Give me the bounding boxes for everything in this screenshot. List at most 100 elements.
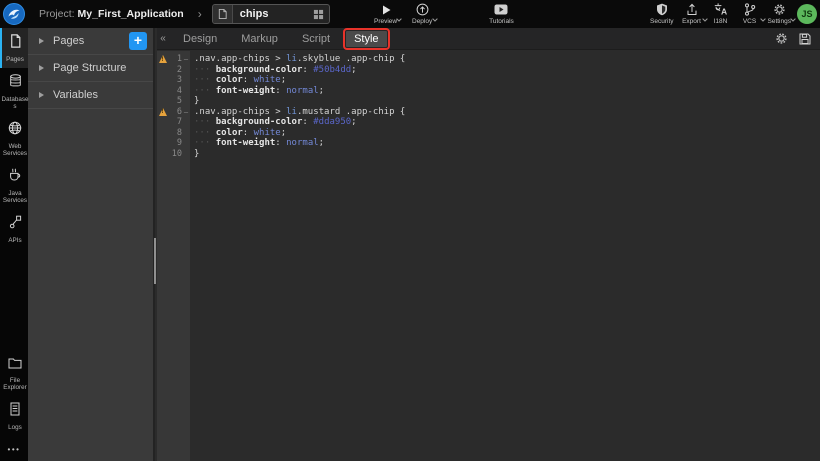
explorer-panel: Pages+ Page Structure Variables xyxy=(28,28,155,461)
sidebar-item-databases[interactable]: Databases xyxy=(0,68,28,115)
fold-toggle-icon[interactable]: – xyxy=(182,108,190,116)
sidebar-item-web-services[interactable]: Web Services xyxy=(0,115,28,162)
svg-text:A: A xyxy=(721,7,727,17)
page-file-icon xyxy=(213,5,233,23)
add-page-button[interactable]: + xyxy=(129,32,147,50)
current-page-name: chips xyxy=(233,8,309,20)
security-label: Security xyxy=(650,18,673,25)
save-button[interactable] xyxy=(799,32,811,50)
deploy-button[interactable]: Deploy xyxy=(409,1,435,27)
deploy-icon xyxy=(416,3,429,16)
user-avatar[interactable]: JS xyxy=(797,4,817,24)
sidebar-item-file-explorer[interactable]: File Explorer xyxy=(0,350,28,396)
grid-icon[interactable] xyxy=(309,9,329,20)
tutorials-button[interactable]: Tutorials xyxy=(487,1,516,27)
code-line[interactable]: ··· color: white; xyxy=(194,75,820,86)
panel-section-label: Page Structure xyxy=(53,62,126,74)
gutter-line[interactable]: 10 xyxy=(157,149,190,160)
collapsed-triangle-icon xyxy=(39,38,44,44)
caret-down-icon xyxy=(790,9,796,27)
project-breadcrumb: Project: My_First_Application xyxy=(39,8,184,20)
code-line[interactable]: ··· color: white; xyxy=(194,128,820,139)
gutter-line[interactable]: 7 xyxy=(157,117,190,128)
shield-icon xyxy=(656,3,668,16)
panel-section-label: Variables xyxy=(53,89,98,101)
gutter-line[interactable]: 1– xyxy=(157,54,190,65)
code-editor[interactable]: 1–23456–78910 .nav.app-chips > li.skyblu… xyxy=(157,51,820,461)
i18n-button[interactable]: AI18N xyxy=(708,1,734,27)
code-line[interactable]: } xyxy=(194,149,820,160)
gutter-line[interactable]: 4 xyxy=(157,86,190,97)
warning-icon xyxy=(159,108,167,116)
code-line[interactable]: ··· font-weight: normal; xyxy=(194,86,820,97)
panel-section-page-structure[interactable]: Page Structure xyxy=(28,55,153,82)
gutter-line[interactable]: 2 xyxy=(157,65,190,76)
panel-section-variables[interactable]: Variables xyxy=(28,82,153,109)
settings-button[interactable]: Settings xyxy=(766,1,794,27)
sidebar-item-java-services[interactable]: Java Services xyxy=(0,162,28,209)
wavemaker-logo-icon[interactable] xyxy=(3,3,25,25)
branch-icon xyxy=(744,3,756,16)
gutter-line[interactable]: 5 xyxy=(157,96,190,107)
code-line[interactable]: .nav.app-chips > li.mustard .app-chip { xyxy=(194,107,820,118)
tab-design[interactable]: Design xyxy=(183,33,217,45)
collapsed-triangle-icon xyxy=(39,65,44,71)
top-bar: Project: My_First_Application › chips Pr… xyxy=(0,0,820,28)
code-line[interactable]: .nav.app-chips > li.skyblue .app-chip { xyxy=(194,54,820,65)
warning-icon xyxy=(159,55,167,63)
editor-code-area[interactable]: .nav.app-chips > li.skyblue .app-chip {·… xyxy=(190,51,820,461)
folder-icon xyxy=(8,356,22,374)
sidebar-item-label: File Explorer xyxy=(2,377,29,391)
video-icon xyxy=(494,3,508,16)
sidebar-item-logs[interactable]: Logs xyxy=(0,396,28,436)
caret-down-icon xyxy=(396,9,402,27)
activity-bar-spacer xyxy=(0,249,28,350)
collapse-panel-button[interactable]: « xyxy=(155,33,171,44)
line-number: 7 xyxy=(157,117,182,127)
line-number: 9 xyxy=(157,138,182,148)
database-icon xyxy=(9,74,22,93)
code-line[interactable]: ··· background-color: #dda950; xyxy=(194,117,820,128)
tab-script[interactable]: Script xyxy=(302,33,330,45)
line-number: 10 xyxy=(157,149,182,159)
topbar-right-actions: Security ExportAI18NVCSSettings xyxy=(648,1,793,27)
sidebar-item-label: Java Services xyxy=(2,190,29,204)
sidebar-item-label: Web Services xyxy=(2,143,29,157)
export-icon xyxy=(686,3,698,16)
sidebar-item-apis[interactable]: APIs xyxy=(0,209,28,249)
gutter-line[interactable]: 8 xyxy=(157,128,190,139)
breadcrumb-chevron-icon: › xyxy=(198,7,202,21)
gutter-line[interactable]: 6– xyxy=(157,107,190,118)
tab-markup[interactable]: Markup xyxy=(241,33,278,45)
vcs-button[interactable]: VCS xyxy=(737,1,763,27)
preview-button[interactable]: Preview xyxy=(372,1,399,27)
fold-toggle-icon[interactable]: – xyxy=(182,55,190,63)
panel-section-pages[interactable]: Pages+ xyxy=(28,28,153,55)
pages-icon xyxy=(9,34,22,53)
line-number: 2 xyxy=(157,65,182,75)
line-number: 5 xyxy=(157,96,182,106)
caret-down-icon xyxy=(432,9,438,27)
sidebar-item-label: APIs xyxy=(2,237,29,244)
gutter-line[interactable]: 3 xyxy=(157,75,190,86)
workspace: « Design Markup Script Style 1–23456–78910 … xyxy=(157,28,820,461)
page-selector[interactable]: chips xyxy=(212,4,330,24)
code-line[interactable]: } xyxy=(194,96,820,107)
code-line[interactable]: ··· background-color: #50b4dd; xyxy=(194,65,820,76)
i18n-icon: A xyxy=(714,3,728,16)
sidebar-item-pages[interactable]: Pages xyxy=(0,28,28,68)
globe-icon xyxy=(8,121,22,140)
code-line[interactable]: ··· font-weight: normal; xyxy=(194,138,820,149)
activity-bar: Pages Databases Web Services Java Services A… xyxy=(0,28,28,461)
panel-scrollbar-thumb[interactable] xyxy=(154,238,156,284)
more-options-button[interactable]: ••• xyxy=(0,436,28,461)
play-icon xyxy=(380,3,392,16)
tab-style[interactable]: Style xyxy=(346,31,386,47)
editor-toolbar-icons xyxy=(775,32,811,50)
security-button[interactable]: Security xyxy=(648,1,675,27)
editor-settings-button[interactable] xyxy=(775,32,788,50)
line-number: 3 xyxy=(157,75,182,85)
sidebar-item-label: Databases xyxy=(2,96,29,110)
export-button[interactable]: Export xyxy=(679,1,705,27)
gutter-line[interactable]: 9 xyxy=(157,138,190,149)
